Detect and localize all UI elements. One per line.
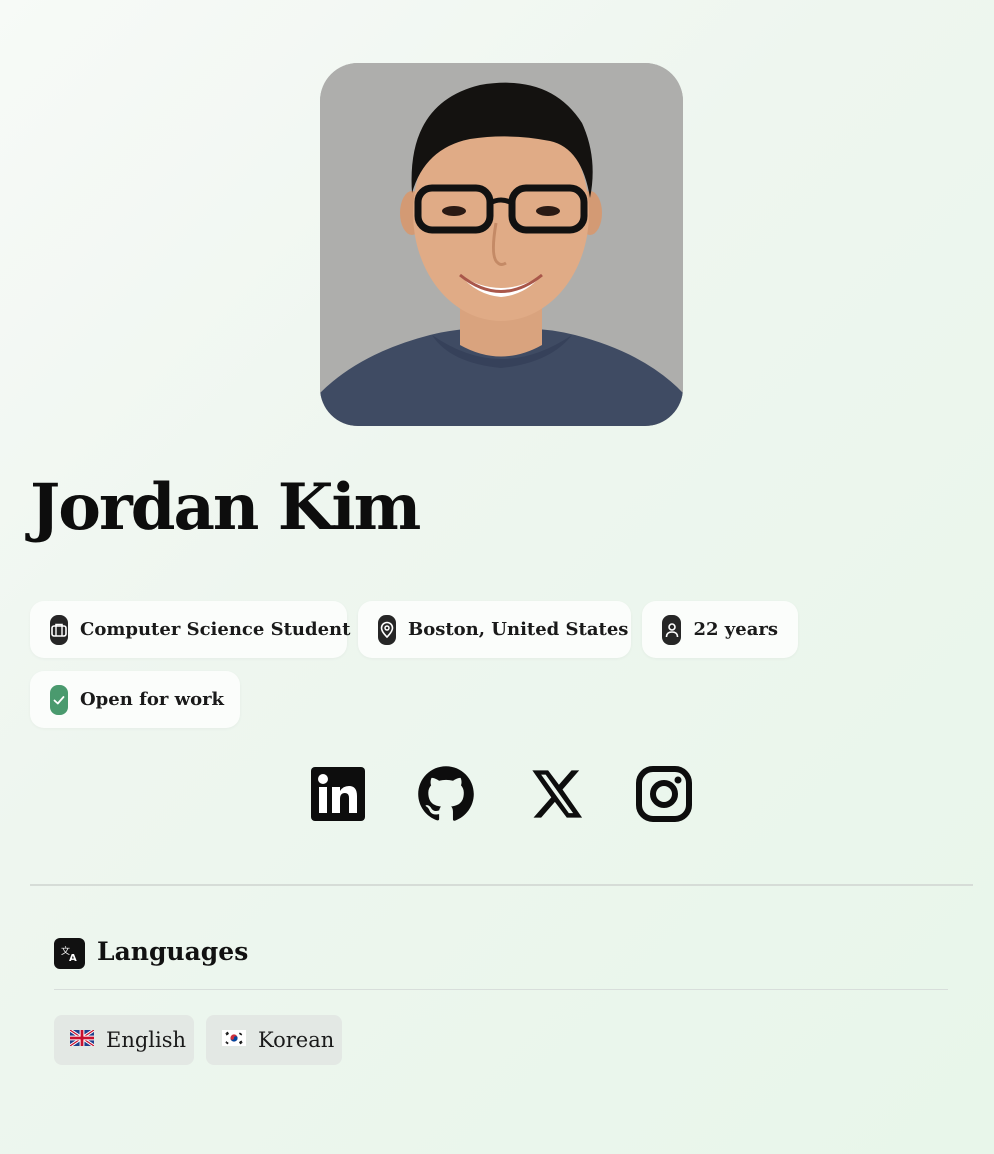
svg-text:A: A <box>69 953 77 964</box>
profile-name: Jordan Kim <box>30 470 421 545</box>
languages-divider <box>54 989 948 990</box>
kr-flag-icon <box>222 1030 246 1050</box>
occupation-chip: Computer Science Student <box>30 601 351 658</box>
occupation-label: Computer Science Student <box>80 619 351 640</box>
language-chip-english: English <box>54 1015 194 1065</box>
age-label: 22 years <box>693 619 778 640</box>
status-chip: Open for work <box>30 671 240 728</box>
check-icon <box>50 684 68 715</box>
person-icon <box>662 614 682 645</box>
age-chip: 22 years <box>642 601 798 658</box>
profile-photo <box>320 63 683 426</box>
github-icon[interactable] <box>417 765 475 823</box>
language-label: Korean <box>258 1028 335 1052</box>
briefcase-icon <box>50 614 68 645</box>
translate-icon: 文A <box>54 938 85 969</box>
section-divider <box>30 884 973 886</box>
x-icon[interactable] <box>527 765 585 823</box>
location-chip: Boston, United States <box>358 601 631 658</box>
instagram-icon[interactable] <box>635 765 693 823</box>
language-label: English <box>106 1028 187 1052</box>
status-label: Open for work <box>80 689 225 710</box>
location-pin-icon <box>378 614 396 645</box>
linkedin-icon[interactable] <box>309 765 367 823</box>
language-chip-korean: Korean <box>206 1015 342 1065</box>
uk-flag-icon <box>69 1028 95 1050</box>
location-label: Boston, United States <box>408 619 629 640</box>
languages-title: Languages <box>97 937 249 966</box>
